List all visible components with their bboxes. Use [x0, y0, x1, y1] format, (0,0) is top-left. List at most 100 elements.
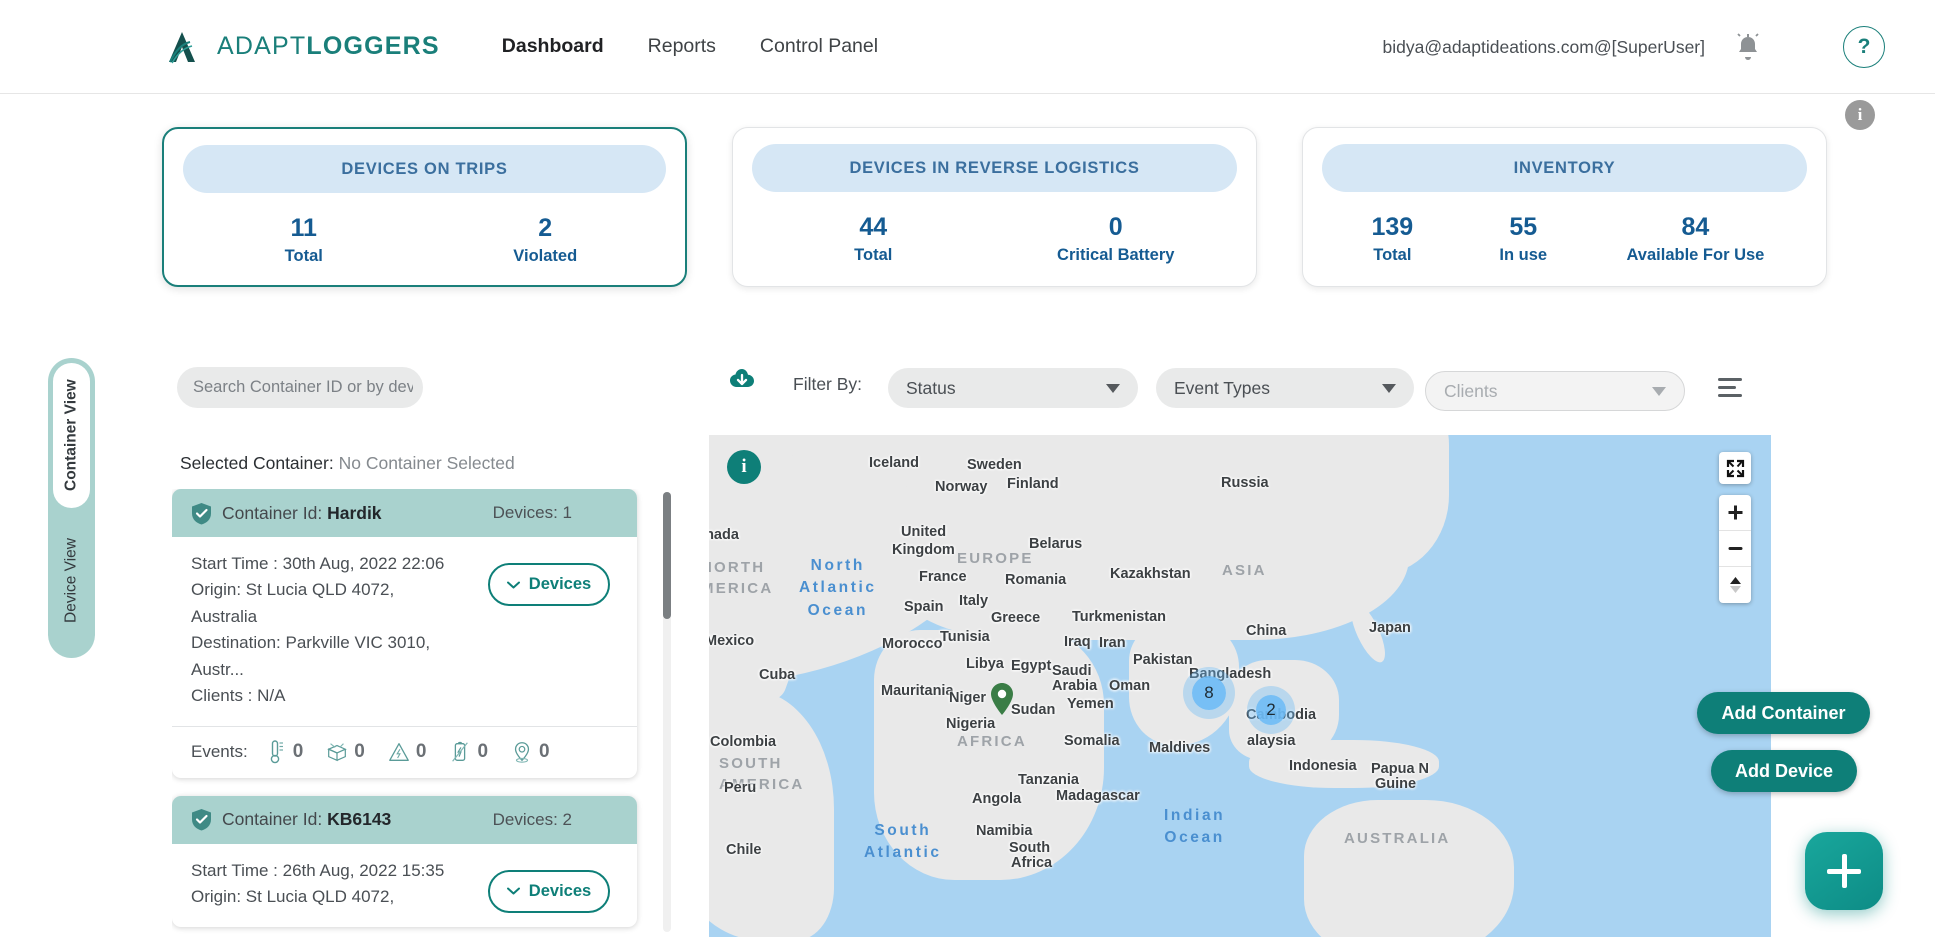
scrollbar-thumb[interactable]: [663, 492, 671, 619]
kpi-stat-total: 139 Total: [1322, 214, 1463, 265]
brand-logo-group[interactable]: ADAPTLOGGERS: [168, 30, 440, 64]
thermometer-icon: [270, 740, 283, 764]
clients-filter-dropdown[interactable]: Clients: [1425, 371, 1685, 411]
container-events-row: Events: 0 0 0 0 0: [172, 725, 637, 778]
map-fullscreen-button[interactable]: [1719, 452, 1751, 484]
map-zoom-in-button[interactable]: [1719, 495, 1751, 531]
search-container[interactable]: [177, 367, 423, 408]
container-id: Container Id: KB6143: [222, 809, 391, 830]
kpi-value: 0: [1108, 213, 1123, 241]
container-card[interactable]: Container Id: KB6143 Devices: 2 Start Ti…: [172, 795, 637, 927]
map-country-label: Oman: [1109, 678, 1151, 694]
map-country-label: Maldives: [1149, 740, 1211, 756]
selected-container-status: Selected Container: No Container Selecte…: [180, 453, 515, 474]
container-devices-button[interactable]: Devices: [488, 869, 610, 913]
container-device-count: Devices: 2: [492, 809, 572, 829]
kpi-label: Total: [284, 247, 323, 266]
map-compass-button[interactable]: [1719, 567, 1751, 603]
map-cluster-count: 8: [1204, 683, 1214, 702]
kpi-stat-critical-battery: 0 Critical Battery: [995, 214, 1238, 265]
container-clients: Clients : N/A: [191, 686, 286, 706]
kpi-title: DEVICES IN REVERSE LOGISTICS: [752, 144, 1237, 192]
map-country-label: Egypt: [1011, 658, 1052, 674]
map-zoom-out-button[interactable]: [1719, 531, 1751, 567]
map-cluster-marker[interactable]: 2: [1256, 695, 1286, 725]
map-country-label: Japan: [1369, 620, 1411, 636]
container-origin: Origin: St Lucia QLD 4072,: [191, 887, 395, 907]
add-container-button[interactable]: Add Container: [1697, 692, 1870, 734]
container-list: Container Id: Hardik Devices: 1 Start Ti…: [172, 489, 654, 937]
container-devices-button[interactable]: Devices: [488, 563, 610, 606]
brand-text-loggers: LOGGERS: [306, 32, 440, 60]
shield-check-icon: [192, 502, 211, 524]
help-button[interactable]: ?: [1843, 26, 1885, 68]
shield-check-icon: [192, 809, 211, 831]
kpi-card-inventory[interactable]: INVENTORY 139 Total 55 In use 84 Availab…: [1302, 127, 1827, 287]
ocean-label-indian: Indian Ocean: [1164, 807, 1226, 847]
map-country-label: Turkmenistan: [1072, 609, 1167, 625]
download-icon[interactable]: [727, 366, 757, 396]
app-header: ADAPTLOGGERS Dashboard Reports Control P…: [0, 0, 1935, 94]
map-country-label: Norway: [935, 479, 988, 495]
continent-label-north-america: NORTHMERICA: [709, 559, 774, 597]
event-location[interactable]: 0: [510, 739, 550, 765]
map-country-label: Italy: [959, 593, 989, 609]
container-destination: Destination: Parkville VIC 3010,: [191, 633, 431, 653]
map-country-label: Tanzania: [1018, 772, 1079, 788]
map-panel[interactable]: i North Atlantic Ocean South Atlantic In…: [709, 435, 1771, 937]
nav-dashboard[interactable]: Dashboard: [502, 35, 604, 58]
search-input[interactable]: [193, 378, 413, 397]
chevron-down-icon: [506, 887, 520, 895]
event-types-filter-dropdown[interactable]: Event Types: [1156, 368, 1414, 408]
container-card[interactable]: Container Id: Hardik Devices: 1 Start Ti…: [172, 489, 637, 778]
event-tilt[interactable]: 0: [325, 739, 365, 765]
kpi-value: 84: [1681, 213, 1710, 241]
status-filter-dropdown[interactable]: Status: [888, 368, 1138, 408]
kpi-value: 55: [1509, 213, 1538, 241]
floating-add-button[interactable]: [1805, 832, 1883, 910]
plus-icon: [1728, 505, 1742, 520]
land-south-america: [709, 690, 834, 937]
map-country-label: Chile: [726, 842, 762, 858]
tab-device-view[interactable]: Device View: [53, 508, 90, 653]
filter-list-toggle-icon[interactable]: [1718, 378, 1742, 402]
kpi-label: Total: [1373, 246, 1412, 265]
kpi-label: Available For Use: [1626, 246, 1765, 265]
container-id-value: KB6143: [327, 809, 392, 830]
page-info-icon[interactable]: i: [1845, 100, 1875, 130]
map-country-label: Finland: [1007, 476, 1059, 492]
event-temperature[interactable]: 0: [264, 739, 303, 765]
chevron-down-icon: [506, 581, 520, 588]
notification-bell-icon[interactable]: [1731, 30, 1765, 64]
event-battery[interactable]: 0: [448, 739, 488, 765]
fullscreen-icon: [1726, 459, 1744, 477]
container-devices-button-label: Devices: [528, 881, 592, 900]
event-shock[interactable]: 0: [387, 739, 426, 765]
ocean-label-south-atlantic: South Atlantic: [864, 822, 942, 862]
ocean-label-north-atlantic: North Atlantic Ocean: [799, 557, 877, 619]
map-country-label: Iran: [1099, 635, 1126, 651]
tab-container-view[interactable]: Container View: [53, 363, 90, 508]
map-location-pin-icon[interactable]: [989, 682, 1015, 716]
kpi-value: 11: [290, 214, 317, 242]
filter-line-2: [1718, 386, 1736, 389]
kpi-stat-total: 11 Total: [183, 215, 425, 266]
map-country-label: Morocco: [882, 636, 943, 652]
nav-reports[interactable]: Reports: [648, 35, 716, 58]
plus-icon-vertical: [1841, 854, 1847, 888]
container-device-count: Devices: 1: [492, 503, 572, 522]
nav-control-panel[interactable]: Control Panel: [760, 35, 878, 58]
container-origin-cont: Australia: [191, 606, 258, 626]
map-country-label: Yemen: [1067, 696, 1114, 712]
container-id-label: Container Id:: [222, 502, 323, 523]
map-cluster-marker[interactable]: 8: [1192, 676, 1226, 710]
kpi-card-devices-in-reverse-logistics[interactable]: DEVICES IN REVERSE LOGISTICS 44 Total 0 …: [732, 127, 1257, 287]
kpi-title: DEVICES ON TRIPS: [183, 145, 666, 193]
map-info-icon[interactable]: i: [727, 450, 761, 484]
add-device-button[interactable]: Add Device: [1711, 750, 1857, 792]
location-pin-icon: [514, 742, 530, 763]
container-list-scrollbar[interactable]: [663, 492, 671, 932]
kpi-card-devices-on-trips[interactable]: DEVICES ON TRIPS 11 Total 2 Violated: [162, 127, 687, 287]
map-country-label: Iraq: [1064, 634, 1091, 650]
kpi-cards-row: DEVICES ON TRIPS 11 Total 2 Violated DEV…: [162, 127, 1827, 287]
